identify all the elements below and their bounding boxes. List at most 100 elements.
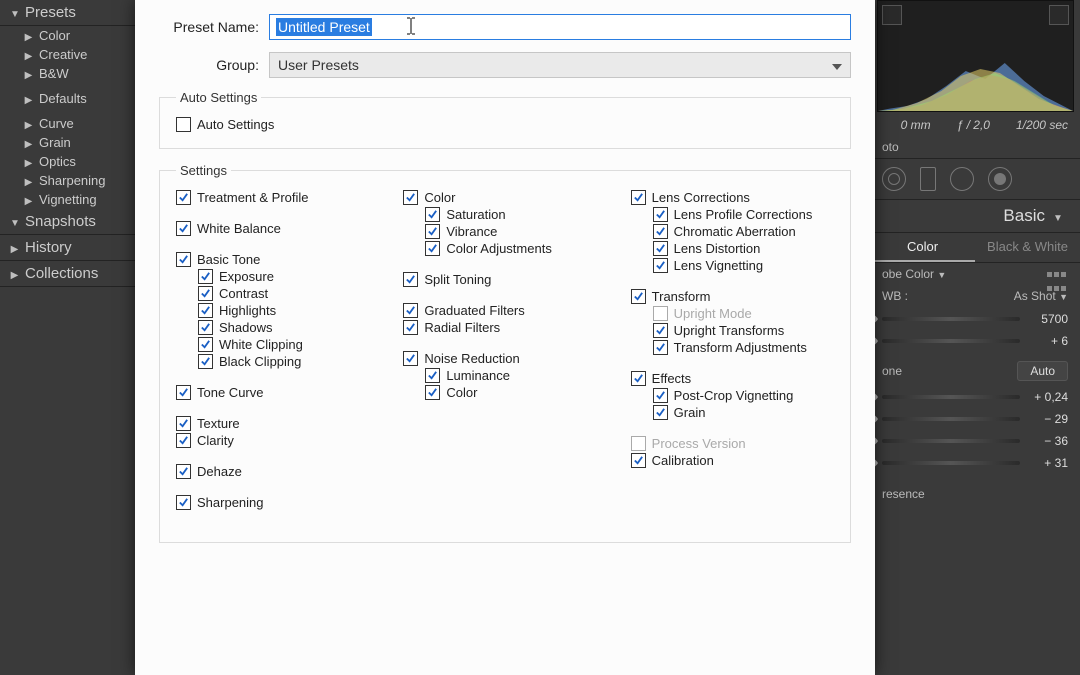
setting-label: Color Adjustments xyxy=(446,241,552,256)
setting-checkbox[interactable]: Lens Vignetting xyxy=(653,258,834,273)
tree-item[interactable]: Grain xyxy=(0,133,135,152)
setting-label: Calibration xyxy=(652,453,714,468)
setting-checkbox[interactable]: Tone Curve xyxy=(176,385,379,400)
setting-checkbox[interactable]: Luminance xyxy=(425,368,606,383)
chevron-right-icon xyxy=(10,239,19,256)
tree-item-label: B&W xyxy=(39,66,69,81)
setting-checkbox[interactable]: Basic Tone xyxy=(176,252,379,267)
histogram-highlight-clip[interactable] xyxy=(1049,5,1069,25)
preset-name-input[interactable]: Untitled Preset xyxy=(269,14,851,40)
tool-frame-icon[interactable] xyxy=(920,167,936,191)
histogram[interactable] xyxy=(877,0,1074,112)
group-select[interactable]: User Presets xyxy=(269,52,851,78)
tool-strip xyxy=(870,158,1080,200)
tree-item[interactable]: Defaults xyxy=(0,89,135,108)
checkbox-icon xyxy=(653,340,668,355)
setting-label: Lens Vignetting xyxy=(674,258,763,273)
setting-checkbox[interactable]: Post-Crop Vignetting xyxy=(653,388,834,403)
tree-item[interactable]: Sharpening xyxy=(0,171,135,190)
setting-checkbox[interactable]: Upright Transforms xyxy=(653,323,834,338)
setting-label: Highlights xyxy=(219,303,276,318)
setting-checkbox[interactable]: Chromatic Aberration xyxy=(653,224,834,239)
slider[interactable]: 5700 xyxy=(870,309,1080,329)
setting-checkbox[interactable]: Sharpening xyxy=(176,495,379,510)
basic-label: Basic xyxy=(1003,206,1045,226)
setting-checkbox[interactable]: White Balance xyxy=(176,221,379,236)
slider-track xyxy=(882,461,1020,465)
checkbox-icon xyxy=(176,464,191,479)
slider[interactable]: + 6 xyxy=(870,331,1080,351)
setting-checkbox[interactable]: Radial Filters xyxy=(403,320,606,335)
auto-settings-cb-label: Auto Settings xyxy=(197,117,274,132)
chevron-right-icon xyxy=(24,173,33,188)
setting-checkbox[interactable]: Contrast xyxy=(198,286,379,301)
setting-label: Lens Corrections xyxy=(652,190,750,205)
tree-item[interactable]: Color xyxy=(0,26,135,45)
setting-checkbox[interactable]: Split Toning xyxy=(403,272,606,287)
slider[interactable]: + 0,24 xyxy=(870,387,1080,407)
setting-checkbox[interactable]: Calibration xyxy=(631,453,834,468)
setting-checkbox[interactable]: Dehaze xyxy=(176,464,379,479)
grid-icon[interactable] xyxy=(1046,267,1068,281)
slider[interactable]: − 36 xyxy=(870,431,1080,451)
profile-label[interactable]: obe Color xyxy=(882,267,934,281)
tree-item[interactable]: Vignetting xyxy=(0,190,135,209)
panel-history[interactable]: History xyxy=(0,235,135,261)
setting-checkbox[interactable]: Noise Reduction xyxy=(403,351,606,366)
setting-checkbox[interactable]: Color xyxy=(425,385,606,400)
setting-checkbox[interactable]: Treatment & Profile xyxy=(176,190,379,205)
setting-checkbox[interactable]: Transform Adjustments xyxy=(653,340,834,355)
tool-brush-icon[interactable] xyxy=(988,167,1012,191)
tab-color[interactable]: Color xyxy=(870,233,975,262)
tree-item-label: Color xyxy=(39,28,70,43)
basic-panel-header[interactable]: Basic xyxy=(870,200,1080,233)
setting-checkbox[interactable]: White Clipping xyxy=(198,337,379,352)
setting-checkbox[interactable]: Shadows xyxy=(198,320,379,335)
setting-label: Grain xyxy=(674,405,706,420)
setting-checkbox[interactable]: Lens Corrections xyxy=(631,190,834,205)
exif-focal: 0 mm xyxy=(901,118,931,132)
setting-checkbox[interactable]: Transform xyxy=(631,289,834,304)
panel-collections[interactable]: Collections xyxy=(0,261,135,287)
slider[interactable]: + 31 xyxy=(870,453,1080,473)
setting-checkbox[interactable]: Color Adjustments xyxy=(425,241,606,256)
setting-label: Clarity xyxy=(197,433,234,448)
setting-checkbox[interactable]: Grain xyxy=(653,405,834,420)
tree-item[interactable]: Creative xyxy=(0,45,135,64)
setting-checkbox[interactable]: Lens Profile Corrections xyxy=(653,207,834,222)
chevron-right-icon xyxy=(24,91,33,106)
histogram-shadow-clip[interactable] xyxy=(882,5,902,25)
setting-checkbox[interactable]: Effects xyxy=(631,371,834,386)
setting-checkbox[interactable]: Color xyxy=(403,190,606,205)
tree-item[interactable]: Optics xyxy=(0,152,135,171)
setting-checkbox[interactable]: Saturation xyxy=(425,207,606,222)
setting-checkbox[interactable]: Graduated Filters xyxy=(403,303,606,318)
setting-checkbox[interactable]: Lens Distortion xyxy=(653,241,834,256)
exif-shutter: 1/200 sec xyxy=(1016,118,1068,132)
photo-label: oto xyxy=(882,140,899,154)
setting-checkbox[interactable]: Texture xyxy=(176,416,379,431)
tool-ring-icon[interactable] xyxy=(950,167,974,191)
setting-checkbox[interactable]: Clarity xyxy=(176,433,379,448)
tool-circle-icon[interactable] xyxy=(882,167,906,191)
slider-value: + 31 xyxy=(1044,456,1068,470)
setting-checkbox[interactable]: Black Clipping xyxy=(198,354,379,369)
setting-label: Upright Transforms xyxy=(674,323,785,338)
setting-checkbox[interactable]: Exposure xyxy=(198,269,379,284)
checkbox-icon xyxy=(425,207,440,222)
slider[interactable]: − 29 xyxy=(870,409,1080,429)
auto-settings-checkbox[interactable]: Auto Settings xyxy=(176,117,834,132)
panel-presets[interactable]: Presets xyxy=(0,0,135,26)
panel-presets-label: Presets xyxy=(25,4,76,21)
checkbox-icon xyxy=(425,224,440,239)
tab-bw[interactable]: Black & White xyxy=(975,233,1080,262)
tree-item[interactable]: Curve xyxy=(0,114,135,133)
setting-checkbox[interactable]: Highlights xyxy=(198,303,379,318)
checkbox-icon xyxy=(403,272,418,287)
wb-value[interactable]: As Shot xyxy=(1014,289,1056,303)
setting-checkbox[interactable]: Vibrance xyxy=(425,224,606,239)
tree-item[interactable]: B&W xyxy=(0,64,135,83)
right-panel: 0 mm ƒ / 2,0 1/200 sec oto Basic Color B… xyxy=(870,0,1080,675)
auto-button[interactable]: Auto xyxy=(1017,361,1068,381)
panel-snapshots[interactable]: Snapshots xyxy=(0,209,135,235)
